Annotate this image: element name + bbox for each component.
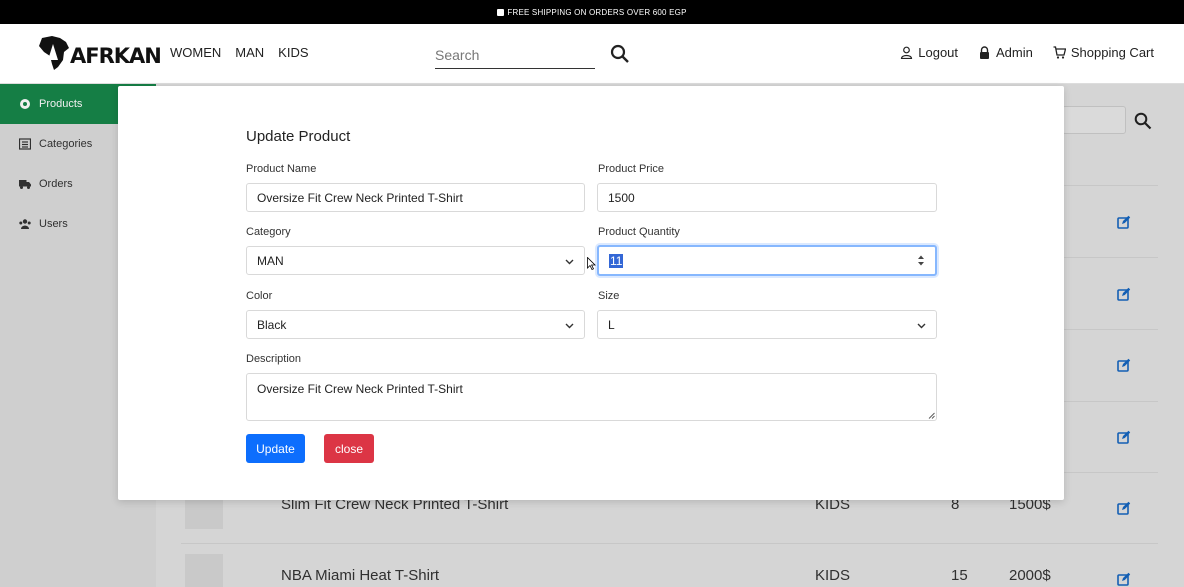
nav-kids[interactable]: KIDS [278, 45, 308, 60]
mouse-cursor-icon [587, 257, 596, 270]
shipping-banner: FREE SHIPPING ON ORDERS OVER 600 EGP [0, 0, 1184, 24]
size-value: L [608, 317, 615, 332]
color-select[interactable]: Black [246, 310, 585, 339]
product-quantity-field[interactable]: 11 [597, 245, 937, 276]
chevron-down-icon [565, 259, 574, 265]
shopping-cart-link[interactable]: Shopping Cart [1053, 45, 1154, 60]
description-value: Oversize Fit Crew Neck Printed T-Shirt [257, 382, 463, 396]
search-input[interactable] [435, 43, 595, 67]
description-label: Description [246, 353, 302, 365]
africa-map-icon [39, 36, 69, 70]
brand-name: AFRKAN [70, 44, 162, 68]
gift-icon [497, 8, 505, 16]
product-name-field[interactable]: Oversize Fit Crew Neck Printed T-Shirt [246, 183, 585, 212]
product-price-value: 1500 [608, 190, 635, 205]
navbar: AFRKAN WOMEN MAN KIDS Logout Admin Shopp… [0, 24, 1184, 84]
search-icon[interactable] [610, 44, 630, 64]
search-box [435, 43, 595, 69]
account-nav: Logout Admin Shopping Cart [900, 45, 1154, 60]
color-label: Color [246, 290, 273, 302]
user-icon [901, 46, 913, 59]
shipping-banner-text: FREE SHIPPING ON ORDERS OVER 600 EGP [507, 7, 687, 17]
brand-logo[interactable]: AFRKAN [36, 32, 162, 76]
product-price-label: Product Price [598, 163, 665, 175]
product-price-field[interactable]: 1500 [597, 183, 937, 212]
resize-grip-icon[interactable] [928, 412, 935, 419]
product-quantity-value: 11 [609, 253, 624, 268]
admin-label: Admin [996, 45, 1033, 60]
category-label: Category [246, 226, 291, 238]
logout-link[interactable]: Logout [900, 45, 958, 60]
lock-icon [980, 46, 990, 59]
cart-icon [1053, 46, 1066, 59]
product-name-label: Product Name [246, 163, 317, 175]
product-quantity-label: Product Quantity [598, 226, 680, 238]
color-value: Black [257, 317, 287, 332]
description-textarea[interactable]: Oversize Fit Crew Neck Printed T-Shirt [246, 373, 937, 421]
admin-link[interactable]: Admin [978, 45, 1033, 60]
chevron-down-icon [565, 323, 574, 329]
modal-title: Update Product [246, 128, 351, 145]
nav-man[interactable]: MAN [235, 45, 264, 60]
update-product-modal: Update Product Product Name Oversize Fit… [118, 86, 1064, 500]
category-nav: WOMEN MAN KIDS [170, 45, 309, 60]
nav-women[interactable]: WOMEN [170, 45, 221, 60]
product-name-value: Oversize Fit Crew Neck Printed T-Shirt [257, 190, 463, 205]
logout-label: Logout [918, 45, 959, 60]
spinner-arrows-icon[interactable] [917, 253, 925, 268]
category-value: MAN [257, 253, 284, 268]
category-select[interactable]: MAN [246, 246, 585, 275]
size-select[interactable]: L [597, 310, 937, 339]
chevron-down-icon [917, 323, 926, 329]
close-button[interactable]: close [324, 434, 374, 463]
size-label: Size [598, 290, 620, 302]
shopping-cart-label: Shopping Cart [1070, 45, 1154, 60]
update-button[interactable]: Update [246, 434, 305, 463]
